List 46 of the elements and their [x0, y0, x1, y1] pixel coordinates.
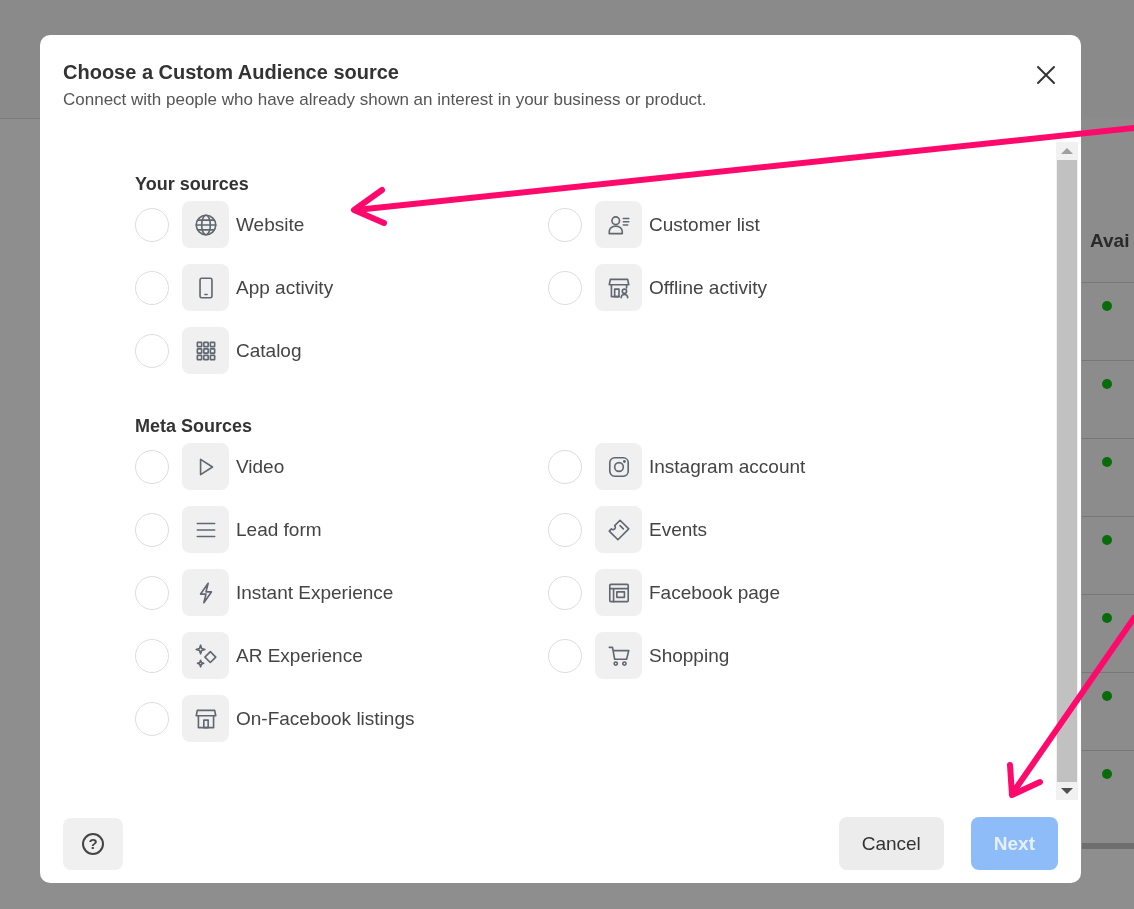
option-label[interactable]: Instant Experience — [236, 581, 394, 604]
option-label[interactable]: Customer list — [649, 213, 760, 236]
radio-button[interactable] — [135, 270, 169, 305]
status-dot — [1102, 301, 1112, 311]
option-label[interactable]: Website — [236, 213, 305, 236]
radio-button[interactable] — [135, 333, 169, 368]
radio-button[interactable] — [135, 449, 169, 484]
option-label[interactable]: Offline activity — [649, 276, 767, 299]
radio-button[interactable] — [548, 270, 582, 305]
radio-button[interactable] — [135, 512, 169, 547]
option-label[interactable]: AR Experience — [236, 644, 363, 667]
sparkle-icon — [192, 642, 219, 669]
scrollbar[interactable] — [1056, 142, 1078, 800]
status-dot — [1102, 379, 1112, 389]
status-dot — [1102, 535, 1112, 545]
dialog-title: Choose a Custom Audience source — [63, 61, 400, 84]
status-dot — [1102, 457, 1112, 467]
option-label[interactable]: Events — [649, 518, 708, 541]
radio-button[interactable] — [548, 207, 582, 242]
option-label[interactable]: App activity — [236, 276, 334, 299]
radio-button[interactable] — [135, 701, 169, 736]
section-heading: Your sources — [135, 174, 250, 195]
radio-button[interactable] — [548, 512, 582, 547]
status-dot — [1102, 691, 1112, 701]
option-label[interactable]: On-Facebook listings — [236, 707, 415, 730]
status-dot — [1102, 613, 1112, 623]
radio-button[interactable] — [548, 638, 582, 673]
option-label[interactable]: Lead form — [236, 518, 322, 541]
close-icon[interactable] — [1034, 63, 1058, 87]
radio-button[interactable] — [135, 575, 169, 610]
section-heading: Meta Sources — [135, 416, 254, 437]
cancel-button[interactable]: Cancel — [838, 817, 944, 870]
option-label[interactable]: Instagram account — [649, 455, 806, 478]
status-dot — [1102, 769, 1112, 779]
option-label[interactable]: Video — [236, 455, 285, 478]
radio-button[interactable] — [548, 449, 582, 484]
radio-button[interactable] — [548, 575, 582, 610]
help-button[interactable]: ? — [63, 817, 123, 870]
globe-icon — [192, 211, 219, 238]
radio-button[interactable] — [135, 638, 169, 673]
panel-heading: Avai — [1090, 230, 1131, 253]
option-label[interactable]: Facebook page — [649, 581, 780, 604]
option-label[interactable]: Catalog — [236, 339, 302, 362]
radio-button[interactable] — [135, 207, 169, 242]
dialog-subtitle: Connect with people who have already shown an interest in your business or product. — [63, 90, 707, 110]
option-label[interactable]: Shopping — [649, 644, 730, 667]
